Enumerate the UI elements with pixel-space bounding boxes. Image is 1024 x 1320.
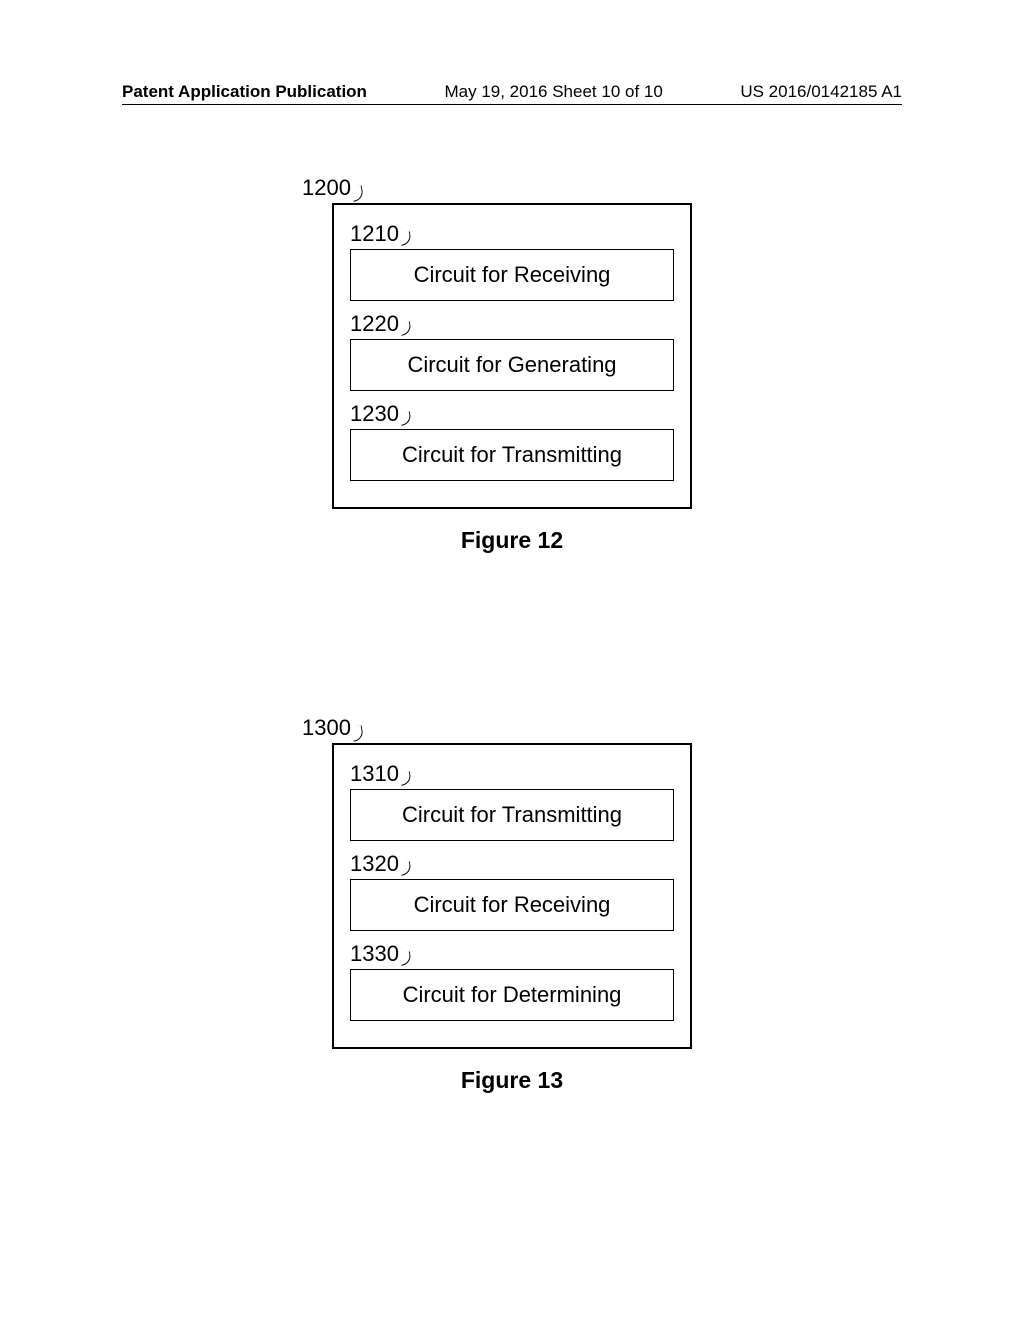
ref-1330: 1330 [350,941,399,967]
ref-1210: 1210 [350,221,399,247]
ref-1320: 1320 [350,851,399,877]
leader-icon [399,950,413,964]
ref-1200: 1200 [302,175,351,201]
figure-12-caption: Figure 12 [332,527,692,554]
outer-box-1300: 1310 Circuit for Transmitting 1320 Circu… [332,743,692,1049]
box-generating: Circuit for Generating [350,339,674,391]
header-left: Patent Application Publication [122,82,367,102]
leader-icon [399,860,413,874]
figure-13: 1300 1310 Circuit for Transmitting 1320 … [332,715,692,1094]
box-transmitting: Circuit for Transmitting [350,789,674,841]
leader-icon [351,184,365,198]
header: Patent Application Publication May 19, 2… [0,82,1024,102]
inner-ref-row: 1210 [350,217,674,249]
leader-icon [399,410,413,424]
leader-icon [351,724,365,738]
box-transmitting: Circuit for Transmitting [350,429,674,481]
outer-box-1200: 1210 Circuit for Receiving 1220 Circuit … [332,203,692,509]
header-rule [122,104,902,105]
inner-ref-row: 1320 [350,847,674,879]
page: Patent Application Publication May 19, 2… [0,0,1024,1320]
header-right: US 2016/0142185 A1 [740,82,902,102]
inner-ref-row: 1330 [350,937,674,969]
ref-1310: 1310 [350,761,399,787]
inner-ref-row: 1310 [350,757,674,789]
figure-13-caption: Figure 13 [332,1067,692,1094]
box-receiving: Circuit for Receiving [350,879,674,931]
leader-icon [399,230,413,244]
ref-1230: 1230 [350,401,399,427]
header-mid: May 19, 2016 Sheet 10 of 10 [444,82,662,102]
outer-ref-label: 1200 [302,175,692,203]
ref-1300: 1300 [302,715,351,741]
box-receiving: Circuit for Receiving [350,249,674,301]
inner-ref-row: 1230 [350,397,674,429]
figure-12: 1200 1210 Circuit for Receiving 1220 Cir… [332,175,692,554]
header-row: Patent Application Publication May 19, 2… [122,82,902,102]
ref-1220: 1220 [350,311,399,337]
inner-ref-row: 1220 [350,307,674,339]
outer-ref-label: 1300 [302,715,692,743]
leader-icon [399,320,413,334]
leader-icon [399,770,413,784]
box-determining: Circuit for Determining [350,969,674,1021]
